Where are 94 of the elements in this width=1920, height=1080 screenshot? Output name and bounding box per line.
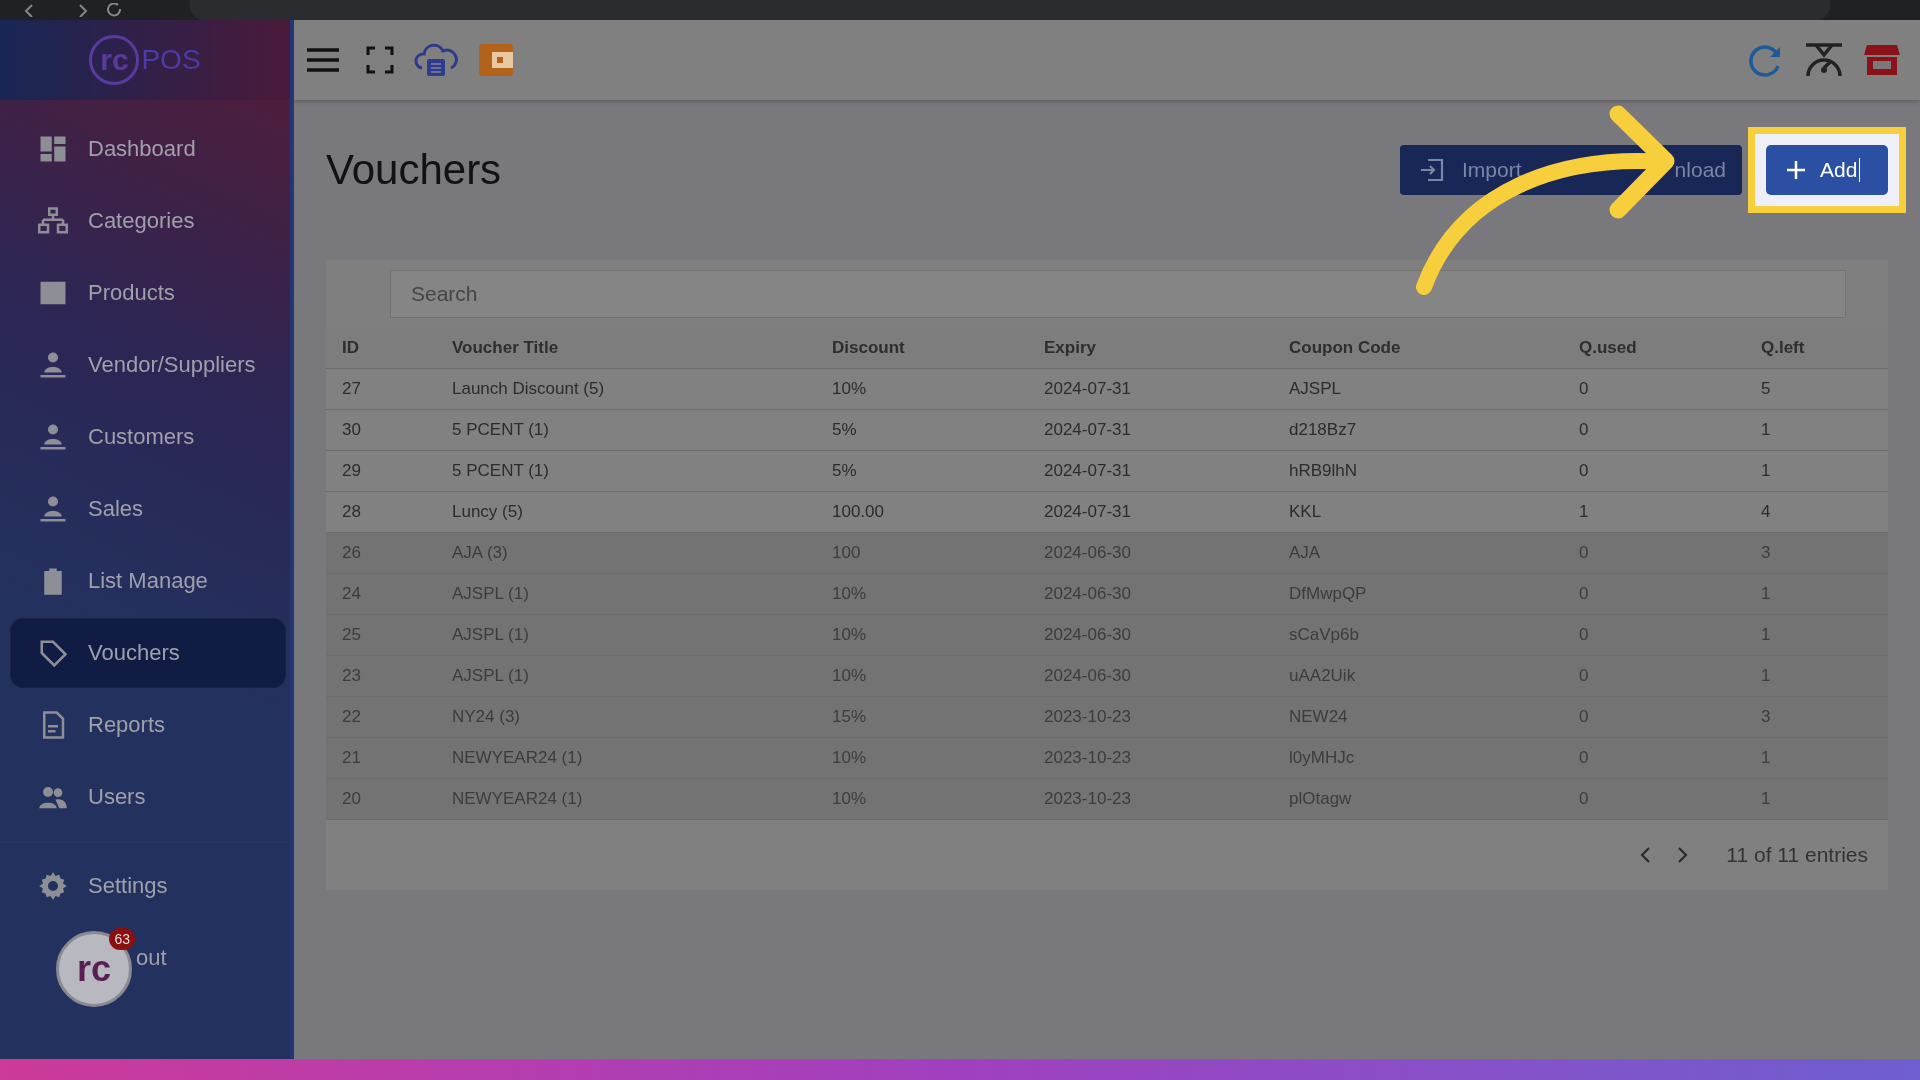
import-icon	[1420, 159, 1444, 181]
pagination-summary: 11 of 11 entries	[1726, 843, 1868, 867]
table-cell-text: 28	[342, 502, 362, 522]
sidebar-link[interactable]: out	[136, 945, 167, 971]
table-cell-text: plOtagw	[1289, 789, 1353, 809]
sidebar-item[interactable]: List Manage	[10, 546, 286, 616]
table-cell-text: 0	[1579, 379, 1590, 399]
menu-item-icon	[38, 134, 68, 164]
menu-item-icon	[38, 422, 68, 452]
table-cell-text: 5 PCENT (1)	[452, 420, 550, 440]
column-header[interactable]: Coupon Code	[1289, 338, 1579, 358]
table-cell-text: AJA (3)	[452, 543, 509, 563]
table-cell-text: 2023-10-23	[1044, 748, 1132, 768]
table-cell-text: 1	[1579, 502, 1590, 522]
sidebar-item[interactable]: Products	[10, 258, 286, 328]
table-cell-text: 30	[342, 420, 362, 440]
column-header[interactable]: Q.left	[1761, 338, 1888, 358]
table-cell-text: 2024-06-30	[1044, 666, 1132, 686]
table-cell-text: 2024-06-30	[1044, 543, 1132, 563]
table-cell-text: 2024-07-31	[1044, 379, 1132, 399]
table-cell-text: Launch Discount (5)	[452, 379, 606, 399]
table-cell-text: 4	[1761, 502, 1772, 522]
table-cell-text: 5 PCENT (1)	[452, 461, 550, 481]
table-cell-text: l0yMHJc	[1289, 748, 1356, 768]
speedometer-icon[interactable]	[1804, 42, 1844, 78]
menu-icon[interactable]	[306, 47, 340, 73]
table-cell-text: hRB9lhN	[1289, 461, 1359, 481]
table-cell-text: KKL	[1289, 502, 1323, 522]
column-header[interactable]: Expiry	[1044, 338, 1289, 358]
fullscreen-icon[interactable]	[366, 46, 394, 74]
table-cell-text: 5%	[832, 461, 858, 481]
table-cell-text: AJSPL	[1289, 379, 1342, 399]
table-cell-text: 3	[1761, 543, 1772, 563]
table-cell-text: 15%	[832, 707, 868, 727]
logo: rc POS	[0, 20, 290, 100]
table-cell-text: 0	[1579, 420, 1590, 440]
column-header[interactable]: ID	[342, 338, 452, 358]
table-cell-text: 2024-06-30	[1044, 584, 1132, 604]
table-cell-text: 5	[1761, 379, 1772, 399]
menu-item-icon	[38, 350, 68, 380]
table-cell-text: 0	[1579, 461, 1590, 481]
table-cell-text: NEW24	[1289, 707, 1349, 727]
table-cell-text: NY24 (3)	[452, 707, 522, 727]
table-cell-text: 2024-07-31	[1044, 420, 1132, 440]
sidebar-item[interactable]: Dashboard	[10, 114, 286, 184]
table-cell-text: 5%	[832, 420, 858, 440]
table-cell-text: 10%	[832, 379, 868, 399]
sidebar-item[interactable]: Users	[10, 762, 286, 832]
store-icon[interactable]	[1864, 44, 1900, 76]
sidebar-item[interactable]: Customers	[10, 402, 286, 472]
table-cell-text: sCaVp6b	[1289, 625, 1360, 645]
sidebar-item[interactable]: Reports	[10, 690, 286, 760]
wallet-icon[interactable]	[478, 43, 514, 77]
table-cell-text: AJA	[1289, 543, 1322, 563]
settings-icon	[38, 871, 68, 901]
table-cell-text: 1	[1761, 461, 1772, 481]
table-cell-text: 2024-07-31	[1044, 461, 1132, 481]
menu-item-icon	[38, 206, 68, 236]
table-cell-text: uAA2Uik	[1289, 666, 1357, 686]
table-cell-text: 23	[342, 666, 362, 686]
plus-icon	[1786, 160, 1806, 180]
previous-page-icon[interactable]	[1638, 846, 1653, 864]
table-cell-text: 3	[1761, 707, 1772, 727]
menu-item-icon	[38, 494, 68, 524]
table-cell-text: 100.00	[832, 502, 885, 522]
search-field[interactable]: Search	[390, 270, 1846, 318]
table-cell-text: 2024-06-30	[1044, 625, 1132, 645]
column-header[interactable]: Q.used	[1579, 338, 1761, 358]
page-title: Vouchers	[326, 146, 502, 194]
chat-widget-button[interactable]: rc 63	[56, 931, 132, 1007]
sidebar-item[interactable]: Sales	[10, 474, 286, 544]
table-cell-text: 27	[342, 379, 362, 399]
chat-logo: rc	[77, 948, 111, 990]
table-cell-text: 25	[342, 625, 362, 645]
column-header[interactable]: Discount	[832, 338, 1044, 358]
sidebar-item[interactable]: Vendor/Suppliers	[10, 330, 286, 400]
table-cell-text: d218Bz7	[1289, 420, 1358, 440]
cloud-document-icon[interactable]	[414, 42, 458, 78]
sidebar-item[interactable]: Vouchers	[10, 618, 286, 688]
table-cell-text: 29	[342, 461, 362, 481]
table-cell-text: Luncy (5)	[452, 502, 524, 522]
menu-item-icon	[38, 638, 68, 668]
table-cell-text: 1	[1761, 420, 1772, 440]
table-cell-text: 26	[342, 543, 362, 563]
table-cell-text: 2024-07-31	[1044, 502, 1132, 522]
logo-mark: rc	[89, 35, 140, 85]
table-cell-text: 2023-10-23	[1044, 789, 1132, 809]
sidebar-item[interactable]: Categories	[10, 186, 286, 256]
table-cell-text: 2023-10-23	[1044, 707, 1132, 727]
notification-badge: 63	[109, 928, 135, 950]
add-button[interactable]: Add	[1766, 145, 1888, 195]
column-header[interactable]: Voucher Title	[452, 338, 832, 358]
sidebar-link[interactable]: Settings	[88, 873, 168, 899]
table-cell-text: DfMwpQP	[1289, 584, 1368, 604]
